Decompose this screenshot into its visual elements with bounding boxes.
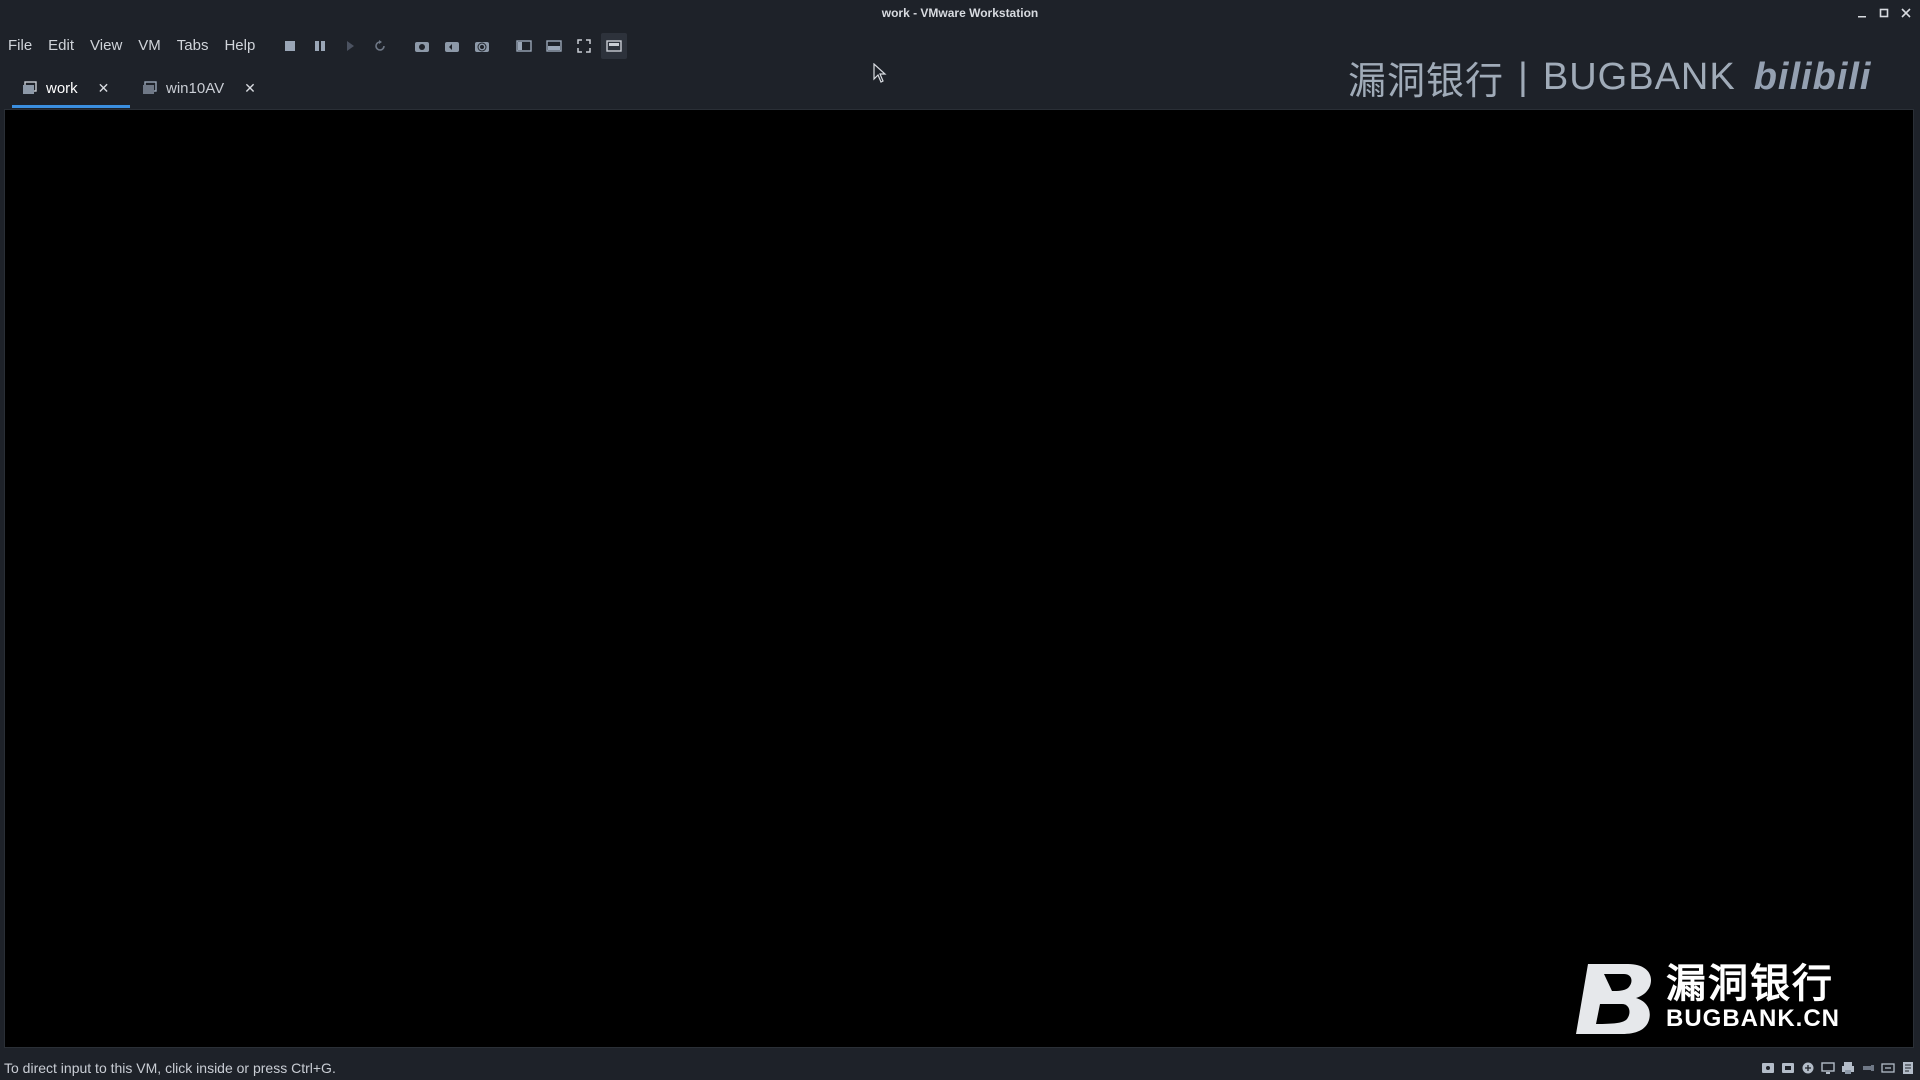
network-icon[interactable] (1800, 1060, 1816, 1076)
tab-label: win10AV (166, 79, 225, 97)
watermark-en: BUGBANK (1542, 55, 1736, 98)
watermark-brand-cn: 漏洞银行 (1666, 962, 1834, 1006)
revert-snapshot-button[interactable] (439, 33, 465, 59)
play-button[interactable] (337, 33, 363, 59)
library-view-icon (516, 40, 533, 52)
close-icon (1901, 8, 1911, 18)
printer-icon[interactable] (1840, 1060, 1856, 1076)
tab-close-button[interactable]: ✕ (98, 80, 110, 97)
fullscreen-button[interactable] (571, 33, 597, 59)
mouse-cursor-icon (873, 62, 887, 88)
snapshot-manager-icon (475, 42, 490, 52)
menu-tabs[interactable]: Tabs (169, 30, 217, 62)
suspend-icon (315, 41, 326, 51)
watermark-top: 漏洞银行 | BUGBANK bilibili (1348, 50, 1872, 104)
watermark-separator: | (1518, 55, 1529, 98)
title-bar: work - VMware Workstation (0, 0, 1920, 28)
menu-toolbar-row: File Edit View VM Tabs Help (0, 30, 629, 62)
tab-label: work (46, 79, 78, 97)
revert-snapshot-icon (445, 42, 460, 52)
watermark-bottom: 漏洞银行 BUGBANK.CN (1574, 960, 1854, 1036)
vm-icon (143, 81, 157, 94)
unity-button[interactable] (601, 33, 628, 59)
library-view-button[interactable] (511, 33, 537, 59)
menu-vm[interactable]: VM (130, 30, 169, 62)
watermark-cn: 漏洞银行 (1348, 60, 1505, 103)
close-window-button[interactable] (1896, 4, 1916, 24)
snapshot-manager-button[interactable] (469, 33, 495, 59)
usb-icon[interactable] (1860, 1060, 1876, 1076)
suspend-button[interactable] (307, 33, 333, 59)
status-message: To direct input to this VM, click inside… (4, 1060, 336, 1076)
console-view-icon (546, 40, 563, 52)
window-title: work - VMware Workstation (881, 6, 1039, 20)
vmware-window: work - VMware Workstation File Edit View… (0, 0, 1920, 1080)
bugbank-logo-icon (1574, 960, 1660, 1036)
snapshot-icon (415, 42, 430, 52)
maximize-button[interactable] (1874, 4, 1894, 24)
device-tray (1756, 1060, 1916, 1076)
menu-help[interactable]: Help (216, 30, 263, 62)
restart-button[interactable] (367, 33, 393, 59)
vm-display[interactable] (4, 109, 1914, 1048)
tab-work[interactable]: work ✕ (12, 70, 130, 108)
display-icon[interactable] (1820, 1060, 1836, 1076)
menu-edit[interactable]: Edit (40, 30, 82, 62)
status-bar: To direct input to this VM, click inside… (0, 1056, 1920, 1080)
play-icon (347, 41, 355, 51)
maximize-icon (1879, 8, 1889, 18)
tab-win10av[interactable]: win10AV ✕ (142, 70, 262, 106)
console-view-button[interactable] (541, 33, 567, 59)
cd-icon[interactable] (1780, 1060, 1796, 1076)
snapshot-button[interactable] (409, 33, 435, 59)
minimize-icon (1858, 16, 1866, 18)
power-off-button[interactable] (277, 33, 303, 59)
message-icon[interactable] (1900, 1060, 1916, 1076)
power-off-icon (285, 41, 296, 51)
vm-icon (23, 81, 37, 94)
watermark-brand-url: BUGBANK.CN (1666, 1005, 1840, 1032)
hdd-icon[interactable] (1760, 1060, 1776, 1076)
fullscreen-icon (577, 39, 592, 53)
tab-close-button[interactable]: ✕ (244, 80, 256, 97)
restart-icon (375, 40, 386, 51)
sound-icon[interactable] (1880, 1060, 1896, 1076)
menu-file[interactable]: File (0, 30, 40, 62)
minimize-button[interactable] (1852, 4, 1872, 24)
menu-view[interactable]: View (82, 30, 130, 62)
bilibili-logo: bilibili (1753, 55, 1872, 98)
active-tab-indicator (12, 105, 130, 108)
unity-icon (606, 40, 623, 52)
